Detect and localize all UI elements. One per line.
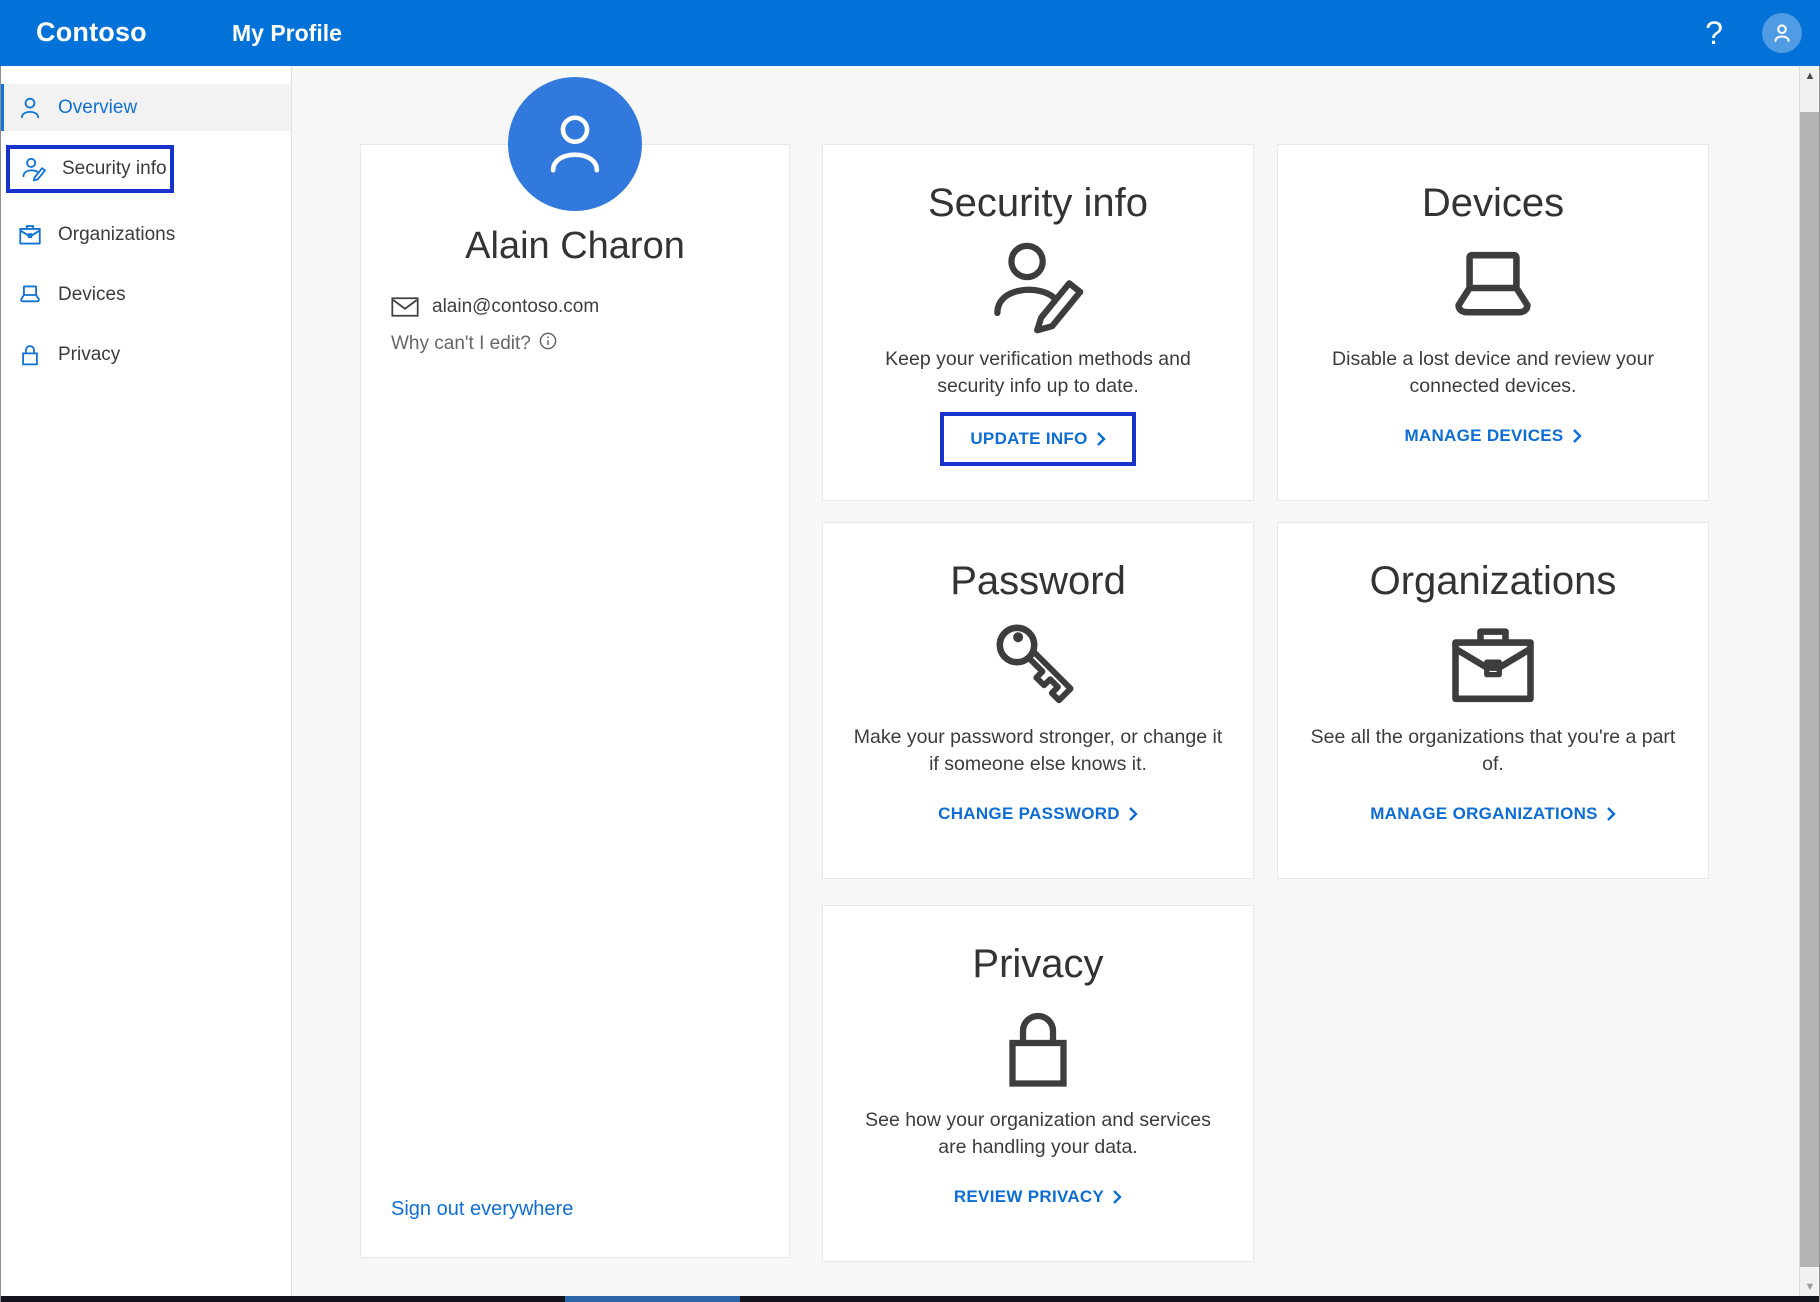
sidebar-item-overview[interactable]: Overview [0, 84, 291, 131]
person-edit-icon [986, 238, 1090, 338]
account-menu-button[interactable] [1762, 13, 1802, 53]
question-mark-icon: ? [1705, 15, 1723, 52]
user-name: Alain Charon [361, 225, 789, 268]
user-email: alain@contoso.com [432, 296, 599, 318]
card-description: See how your organization and services a… [823, 1107, 1253, 1161]
card-description: Keep your verification methods and secur… [823, 346, 1253, 400]
chevron-right-icon [1572, 428, 1582, 444]
sidebar-item-label: Security info [62, 158, 167, 180]
scrollbar-down-arrow-icon[interactable]: ▼ [1800, 1281, 1820, 1293]
lock-icon [990, 999, 1086, 1099]
password-card: Password Make your password stronger, or… [822, 522, 1254, 879]
card-title: Security info [928, 181, 1148, 226]
sidebar-item-privacy[interactable]: Privacy [0, 331, 291, 378]
sidebar-item-security-info[interactable]: Security info [10, 149, 170, 189]
action-label: MANAGE ORGANIZATIONS [1370, 804, 1598, 824]
update-info-annotation-box: UPDATE INFO [940, 412, 1135, 466]
action-label: MANAGE DEVICES [1404, 426, 1563, 446]
action-label: UPDATE INFO [970, 429, 1087, 449]
action-label: REVIEW PRIVACY [954, 1187, 1104, 1207]
info-icon[interactable] [539, 332, 557, 350]
mail-icon [391, 296, 419, 318]
action-label: CHANGE PASSWORD [938, 804, 1120, 824]
organizations-card: Organizations See all the organizations … [1277, 522, 1709, 879]
sidebar-item-label: Organizations [58, 224, 175, 246]
update-info-link[interactable]: UPDATE INFO [970, 429, 1105, 449]
card-description: Disable a lost device and review your co… [1278, 346, 1708, 400]
why-cant-edit-link[interactable]: Why can't I edit? [391, 333, 789, 355]
card-title: Devices [1422, 181, 1564, 226]
briefcase-icon [17, 222, 43, 248]
profile-avatar [508, 77, 642, 211]
sign-out-everywhere-link[interactable]: Sign out everywhere [391, 1198, 573, 1221]
help-button[interactable]: ? [1692, 11, 1736, 55]
change-password-link[interactable]: CHANGE PASSWORD [938, 804, 1138, 824]
briefcase-icon [1443, 616, 1543, 716]
manage-organizations-link[interactable]: MANAGE ORGANIZATIONS [1370, 804, 1616, 824]
top-header-bar: Contoso My Profile ? [0, 0, 1820, 66]
sidebar-item-devices[interactable]: Devices [0, 271, 291, 318]
my-profile-page: { "header": { "brand": "Contoso", "title… [0, 0, 1820, 1302]
sidebar-item-label: Overview [58, 97, 137, 119]
user-email-row: alain@contoso.com [391, 296, 789, 318]
chevron-right-icon [1112, 1189, 1122, 1205]
card-title: Privacy [972, 942, 1103, 987]
scrollbar-up-arrow-icon[interactable]: ▲ [1800, 70, 1820, 82]
bottom-taskbar-blue-segment [565, 1296, 740, 1302]
review-privacy-link[interactable]: REVIEW PRIVACY [954, 1187, 1122, 1207]
person-edit-icon [21, 156, 47, 182]
why-cant-edit-label: Why can't I edit? [391, 333, 531, 355]
person-icon [17, 95, 43, 121]
laptop-icon [17, 282, 43, 308]
sidebar-nav: Overview Security info Organizations [0, 66, 292, 1296]
window-left-edge [0, 66, 1, 1302]
chevron-right-icon [1606, 806, 1616, 822]
chevron-right-icon [1096, 431, 1106, 447]
sidebar-item-label: Devices [58, 284, 126, 306]
avatar-person-icon [540, 109, 610, 179]
devices-card: Devices Disable a lost device and review… [1277, 144, 1709, 501]
brand-logo[interactable]: Contoso [36, 17, 147, 48]
security-info-card: Security info Keep your verification met… [822, 144, 1254, 501]
sidebar-item-label: Privacy [58, 344, 120, 366]
card-description: Make your password stronger, or change i… [823, 724, 1253, 778]
chevron-right-icon [1128, 806, 1138, 822]
card-description: See all the organizations that you're a … [1278, 724, 1708, 778]
privacy-card: Privacy See how your organization and se… [822, 905, 1254, 1262]
laptop-icon [1443, 238, 1543, 338]
avatar-person-icon [1771, 22, 1793, 44]
scrollbar-thumb[interactable] [1800, 112, 1820, 1267]
key-icon [988, 616, 1088, 716]
page-title: My Profile [232, 20, 342, 47]
sidebar-item-organizations[interactable]: Organizations [0, 211, 291, 258]
bottom-taskbar-edge [0, 1296, 1820, 1302]
card-title: Password [950, 559, 1126, 604]
card-title: Organizations [1370, 559, 1617, 604]
manage-devices-link[interactable]: MANAGE DEVICES [1404, 426, 1581, 446]
profile-card: Alain Charon alain@contoso.com Why can't… [360, 144, 790, 1258]
vertical-scrollbar[interactable]: ▲ ▼ [1799, 66, 1820, 1296]
security-info-annotation-box: Security info [6, 145, 174, 193]
lock-icon [17, 342, 43, 368]
